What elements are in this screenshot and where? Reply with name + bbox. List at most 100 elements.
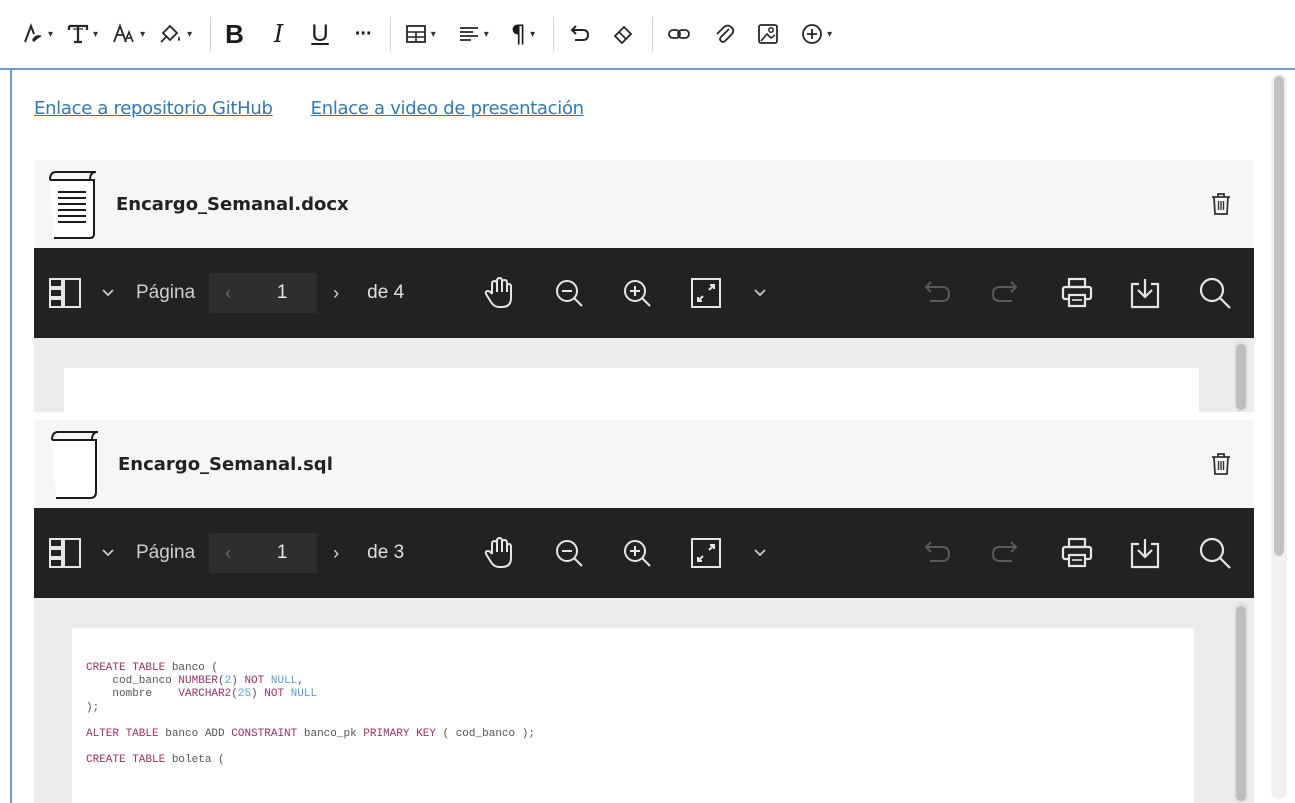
- fit-page-icon: [691, 278, 721, 308]
- attachment-filename: Encargo_Semanal.docx: [116, 193, 349, 215]
- viewer-undo-button[interactable]: [922, 279, 954, 307]
- zoom-out-button[interactable]: [554, 278, 584, 308]
- chevron-down-icon: ▾: [140, 28, 146, 40]
- table-icon: [405, 25, 426, 43]
- document-viewer-toolbar: Página ‹ › de 3: [34, 508, 1254, 598]
- editor-content[interactable]: Enlace a repositorio GitHub Enlace a vid…: [10, 70, 1295, 803]
- previous-page-button[interactable]: ‹: [209, 273, 248, 313]
- print-button[interactable]: [1060, 537, 1094, 569]
- zoom-in-icon: [624, 280, 651, 307]
- redo-icon: [991, 541, 1018, 562]
- hand-icon: [484, 276, 512, 308]
- scrollbar-thumb[interactable]: [1236, 606, 1246, 801]
- undo-button[interactable]: [568, 16, 592, 52]
- eraser-icon: [613, 25, 633, 45]
- pan-tool-button[interactable]: [482, 276, 516, 310]
- page-label: Página: [136, 282, 196, 303]
- bold-button[interactable]: B: [225, 16, 244, 52]
- text-style-icon: [24, 23, 42, 43]
- underline-button[interactable]: U: [311, 16, 328, 52]
- viewer-undo-button[interactable]: [922, 539, 954, 567]
- zoom-options-dropdown[interactable]: [754, 289, 766, 297]
- document-page: CREATE TABLE banco ( cod_banco NUMBER(2)…: [72, 628, 1194, 803]
- fill-color-button[interactable]: ▾: [159, 16, 192, 52]
- fit-page-button[interactable]: [690, 277, 722, 309]
- chevron-right-icon: ›: [333, 282, 340, 303]
- chevron-down-icon: ▾: [93, 28, 99, 40]
- align-button[interactable]: ▾: [458, 16, 489, 52]
- eraser-button[interactable]: [612, 16, 634, 52]
- thumbnails-toggle-button[interactable]: [48, 277, 82, 309]
- attach-file-button[interactable]: [713, 16, 735, 52]
- add-content-button[interactable]: ▾: [801, 16, 832, 52]
- undo-icon: [924, 541, 951, 562]
- search-button[interactable]: [1198, 276, 1232, 310]
- italic-button[interactable]: I: [274, 16, 283, 52]
- github-repo-link[interactable]: Enlace a repositorio GitHub: [34, 98, 273, 119]
- viewer-redo-button[interactable]: [988, 539, 1020, 567]
- link-button[interactable]: [667, 16, 691, 52]
- insert-image-button[interactable]: [757, 16, 779, 52]
- editor-scrollbar[interactable]: [1271, 74, 1287, 799]
- chevron-down-icon: [102, 289, 114, 297]
- trash-icon: [1212, 193, 1230, 215]
- search-button[interactable]: [1198, 536, 1232, 570]
- font-size-button[interactable]: ▾: [112, 16, 145, 52]
- undo-icon: [924, 281, 951, 302]
- previous-page-button[interactable]: ‹: [209, 533, 248, 573]
- printer-icon: [1061, 277, 1093, 308]
- zoom-out-button[interactable]: [554, 538, 584, 568]
- text-style-button[interactable]: ▾: [22, 16, 53, 52]
- font-family-icon: [67, 24, 89, 44]
- chevron-down-icon: ▾: [430, 28, 436, 40]
- download-button[interactable]: [1128, 276, 1162, 310]
- pan-tool-button[interactable]: [482, 536, 516, 570]
- table-button[interactable]: ▾: [405, 16, 436, 52]
- printer-icon: [1061, 537, 1093, 568]
- attachment-docx: Encargo_Semanal.docx Página ‹ › de 4: [34, 160, 1254, 412]
- more-options-button[interactable]: ···: [354, 16, 373, 52]
- toolbar-group-edit: [568, 14, 648, 54]
- page-number-input[interactable]: [247, 533, 318, 573]
- delete-attachment-button[interactable]: [1210, 452, 1232, 476]
- paragraph-button[interactable]: ¶ ▾: [511, 16, 535, 52]
- download-button[interactable]: [1128, 536, 1162, 570]
- chevron-down-icon: [754, 549, 766, 557]
- view-options-dropdown[interactable]: [102, 549, 114, 557]
- toolbar-divider: [389, 17, 391, 51]
- toolbar-group-format: ▾ ▾ ▾ ▾: [0, 14, 206, 54]
- next-page-button[interactable]: ›: [317, 273, 355, 313]
- viewer-redo-button[interactable]: [988, 279, 1020, 307]
- attachment-sql: Encargo_Semanal.sql Página ‹ › de 3: [34, 420, 1254, 803]
- toolbar-group-insert: ▾: [667, 14, 846, 54]
- scrollbar-thumb[interactable]: [1274, 76, 1284, 556]
- paint-bucket-icon: [160, 24, 181, 43]
- zoom-in-button[interactable]: [622, 278, 652, 308]
- document-preview-area[interactable]: CREATE TABLE banco ( cod_banco NUMBER(2)…: [34, 598, 1254, 803]
- next-page-button[interactable]: ›: [317, 533, 355, 573]
- preview-scrollbar[interactable]: [1234, 602, 1248, 803]
- chevron-down-icon: ▾: [530, 28, 536, 40]
- fit-page-button[interactable]: [690, 537, 722, 569]
- thumbnails-toggle-button[interactable]: [48, 537, 82, 569]
- view-options-dropdown[interactable]: [102, 289, 114, 297]
- delete-attachment-button[interactable]: [1210, 192, 1232, 216]
- document-preview-area[interactable]: [34, 338, 1254, 412]
- chevron-down-icon: ▾: [483, 28, 489, 40]
- preview-scrollbar[interactable]: [1234, 340, 1248, 412]
- hand-icon: [484, 536, 512, 568]
- presentation-video-link[interactable]: Enlace a video de presentación: [311, 98, 584, 119]
- zoom-out-icon: [556, 280, 583, 307]
- sidebar-panel-icon: [49, 278, 81, 308]
- fit-page-icon: [691, 538, 721, 568]
- align-icon: [459, 27, 478, 41]
- more-options-icon: ···: [354, 22, 373, 45]
- zoom-in-button[interactable]: [622, 538, 652, 568]
- zoom-options-dropdown[interactable]: [754, 549, 766, 557]
- print-button[interactable]: [1060, 277, 1094, 309]
- page-number-input[interactable]: [247, 273, 318, 313]
- chevron-left-icon: ‹: [225, 542, 232, 563]
- scrollbar-thumb[interactable]: [1236, 344, 1246, 410]
- link-icon: [668, 29, 690, 39]
- font-family-button[interactable]: ▾: [67, 16, 98, 52]
